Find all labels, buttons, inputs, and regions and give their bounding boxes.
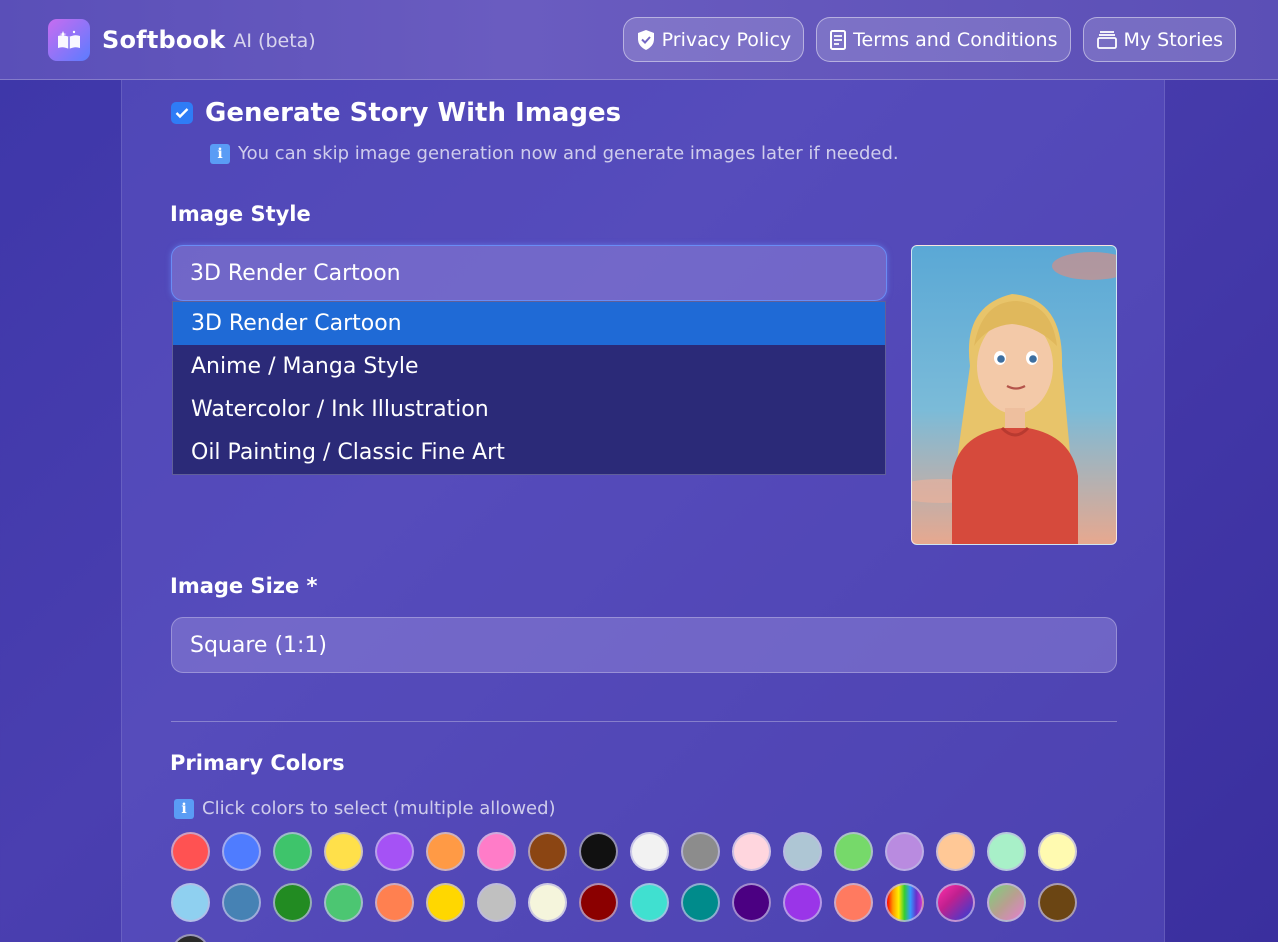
color-swatch[interactable]	[171, 883, 210, 922]
color-swatch[interactable]	[681, 883, 720, 922]
color-swatch[interactable]	[834, 883, 873, 922]
color-swatch[interactable]	[987, 832, 1026, 871]
color-swatch[interactable]	[1038, 883, 1077, 922]
app-header: Softbook AI (beta) Privacy Policy Terms …	[0, 0, 1278, 80]
image-size-value: Square (1:1)	[190, 632, 328, 658]
style-preview-image	[911, 245, 1117, 545]
terms-label: Terms and Conditions	[853, 28, 1058, 51]
color-swatch[interactable]	[1038, 832, 1077, 871]
my-stories-label: My Stories	[1123, 28, 1224, 51]
color-swatch[interactable]	[222, 832, 261, 871]
style-option-oil-painting[interactable]: Oil Painting / Classic Fine Art	[173, 431, 885, 474]
skip-note-text: You can skip image generation now and ge…	[238, 143, 899, 164]
color-swatch[interactable]	[426, 883, 465, 922]
my-stories-button[interactable]: My Stories	[1082, 17, 1236, 62]
info-icon: i	[174, 798, 194, 819]
story-settings-panel: Generate Story With Images i You can ski…	[121, 80, 1165, 942]
color-swatch[interactable]	[222, 883, 261, 922]
color-swatch[interactable]	[324, 832, 363, 871]
color-swatch[interactable]	[732, 832, 771, 871]
style-option-3d-render[interactable]: 3D Render Cartoon	[173, 302, 885, 345]
color-swatch-row-1	[171, 832, 1131, 871]
style-option-anime[interactable]: Anime / Manga Style	[173, 345, 885, 388]
image-size-select[interactable]: Square (1:1)	[171, 617, 1117, 673]
stack-icon	[1096, 30, 1117, 49]
color-swatch[interactable]	[477, 832, 516, 871]
generate-images-row[interactable]: Generate Story With Images	[171, 98, 621, 128]
image-size-label: Image Size *	[170, 574, 318, 598]
color-swatch[interactable]	[783, 832, 822, 871]
color-swatch[interactable]	[885, 832, 924, 871]
checkmark-icon	[175, 108, 189, 119]
style-option-watercolor[interactable]: Watercolor / Ink Illustration	[173, 388, 885, 431]
book-logo-icon[interactable]	[48, 18, 90, 61]
color-swatch[interactable]	[171, 934, 210, 942]
color-swatch[interactable]	[528, 832, 567, 871]
brand-name: Softbook	[102, 25, 226, 54]
generate-images-label: Generate Story With Images	[205, 98, 622, 128]
color-swatch[interactable]	[630, 832, 669, 871]
skip-note: i You can skip image generation now and …	[210, 143, 899, 164]
image-style-dropdown: 3D Render Cartoon Anime / Manga Style Wa…	[172, 301, 886, 475]
color-swatch[interactable]	[477, 883, 516, 922]
generate-images-checkbox[interactable]	[171, 102, 193, 124]
color-swatch[interactable]	[885, 883, 924, 922]
colors-hint: i Click colors to select (multiple allow…	[174, 798, 556, 819]
primary-colors-label: Primary Colors	[170, 751, 345, 775]
color-swatch[interactable]	[936, 832, 975, 871]
color-swatch[interactable]	[630, 883, 669, 922]
color-swatch[interactable]	[273, 883, 312, 922]
color-swatch[interactable]	[426, 832, 465, 871]
color-swatch[interactable]	[579, 883, 618, 922]
color-swatch[interactable]	[171, 832, 210, 871]
color-swatch[interactable]	[936, 883, 975, 922]
colors-hint-text: Click colors to select (multiple allowed…	[202, 798, 556, 819]
image-style-label: Image Style	[170, 202, 311, 226]
document-icon	[830, 29, 847, 50]
color-swatch[interactable]	[375, 883, 414, 922]
brand-subtitle: AI (beta)	[233, 30, 316, 52]
section-divider	[171, 721, 1117, 722]
color-swatch[interactable]	[834, 832, 873, 871]
privacy-policy-label: Privacy Policy	[661, 28, 792, 51]
color-swatch[interactable]	[324, 883, 363, 922]
color-swatch-row-3	[171, 934, 1131, 942]
color-swatch[interactable]	[783, 883, 822, 922]
color-swatch[interactable]	[273, 832, 312, 871]
info-icon: i	[210, 143, 230, 164]
shield-icon	[637, 29, 654, 50]
terms-button[interactable]: Terms and Conditions	[816, 17, 1071, 62]
color-swatch[interactable]	[681, 832, 720, 871]
color-swatch[interactable]	[732, 883, 771, 922]
color-swatch[interactable]	[375, 832, 414, 871]
color-swatch[interactable]	[528, 883, 567, 922]
privacy-policy-button[interactable]: Privacy Policy	[622, 17, 805, 62]
image-style-select[interactable]: 3D Render Cartoon	[171, 245, 887, 301]
color-swatch[interactable]	[579, 832, 618, 871]
top-nav: Privacy Policy Terms and Conditions My S…	[622, 17, 1236, 62]
color-swatch-row-2	[171, 883, 1131, 922]
color-swatch[interactable]	[987, 883, 1026, 922]
image-style-value: 3D Render Cartoon	[190, 260, 401, 286]
